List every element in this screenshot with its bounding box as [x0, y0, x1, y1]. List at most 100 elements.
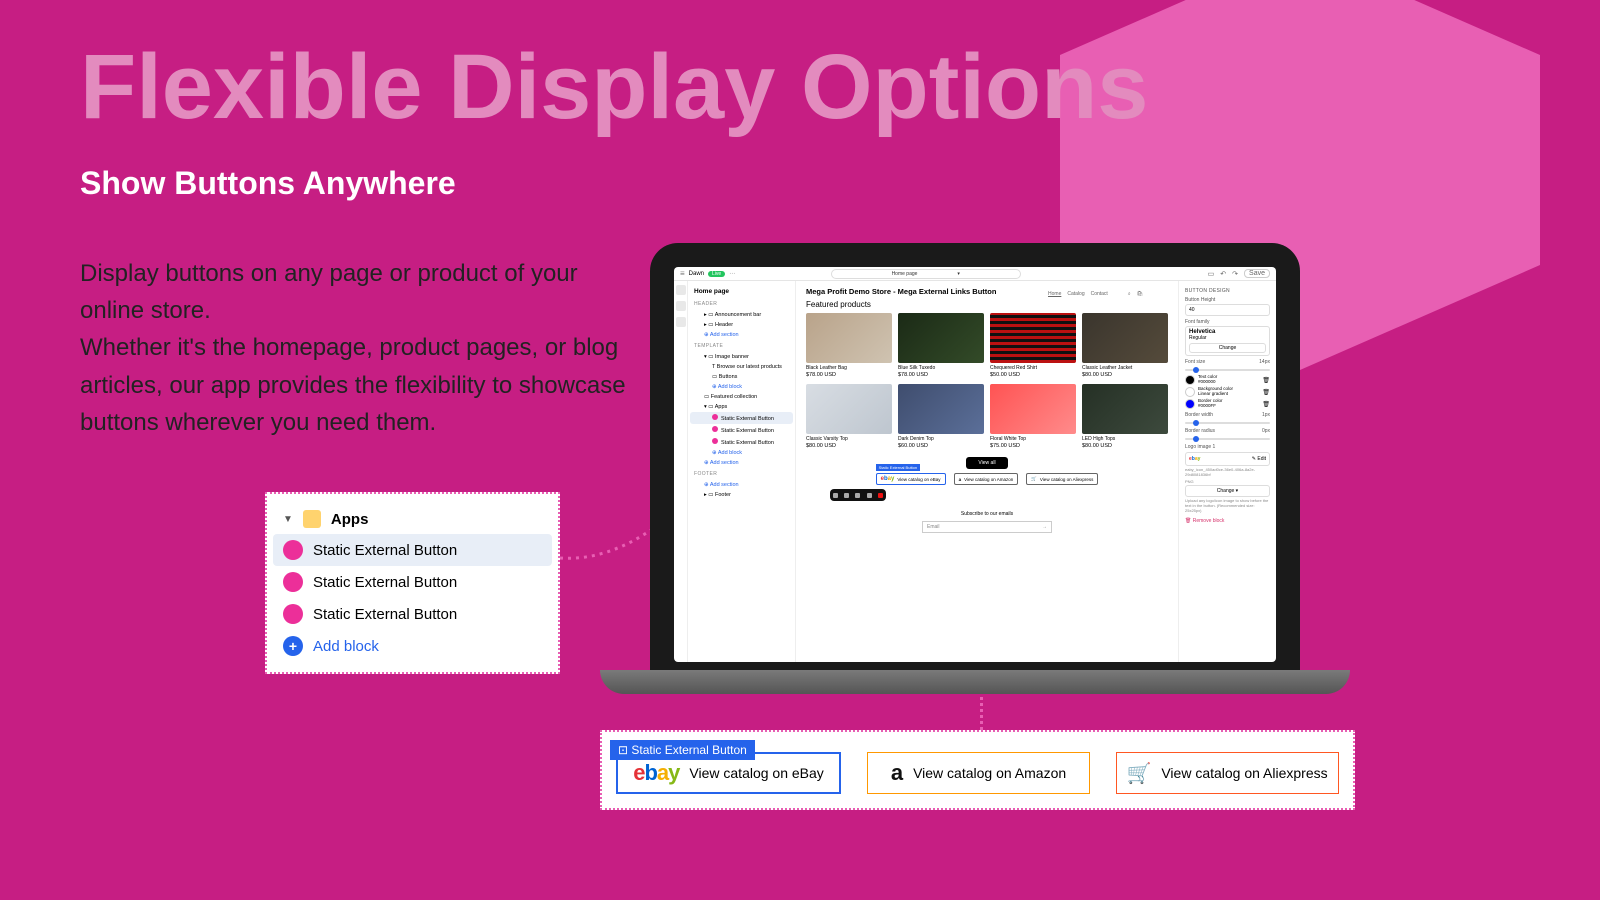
cta-label: View catalog on Amazon	[964, 477, 1013, 482]
trash-icon[interactable]: 🗑	[1262, 377, 1270, 384]
product-name: Chequered Red Shirt	[990, 365, 1076, 371]
apps-heading-row[interactable]: ▼ Apps	[273, 504, 552, 534]
sidebar-item-static-external-button-3[interactable]: Static External Button	[273, 598, 552, 630]
sidebar-add-block-apps[interactable]: ⊕ Add block	[690, 448, 793, 458]
product-card[interactable]: Black Leather Bag$78.00 USD	[806, 313, 892, 378]
cta-label: View catalog on Aliexpress	[1161, 765, 1327, 781]
sidebar-item-heading[interactable]: T Browse our latest products	[690, 362, 793, 372]
breadcrumb-theme[interactable]: Dawn	[689, 271, 704, 277]
product-image	[898, 384, 984, 434]
product-card[interactable]: Chequered Red Shirt$50.00 USD	[990, 313, 1076, 378]
bg-color-sub: Linear gradient	[1198, 391, 1228, 396]
block-toolbar[interactable]	[830, 489, 886, 501]
sidebar-add-section-template[interactable]: ⊕ Add section	[690, 458, 793, 468]
redo-icon[interactable]: ↷	[1232, 270, 1238, 278]
preview-canvas: Home Catalog Contact ⌕ 🛍 Mega Profit Dem…	[796, 281, 1178, 662]
rail-icon-apps[interactable]	[676, 317, 686, 327]
page-selector[interactable]: Home page▾	[831, 269, 1021, 279]
product-price: $80.00 USD	[1082, 443, 1168, 449]
sidebar-add-section-header[interactable]: ⊕ Add section	[690, 330, 793, 340]
product-card[interactable]: Floral White Top$75.00 USD	[990, 384, 1076, 449]
email-placeholder: Email	[927, 524, 940, 530]
sidebar-item-announcement[interactable]: ▸ ▭ Announcement bar	[690, 310, 793, 320]
sidebar-item-header[interactable]: ▸ ▭ Header	[690, 320, 793, 330]
sections-sidebar: Home page HEADER ▸ ▭ Announcement bar ▸ …	[688, 281, 796, 662]
cta-aliexpress-button[interactable]: 🛒 View catalog on Aliexpress	[1116, 752, 1339, 794]
cta-amazon-button[interactable]: a View catalog on Amazon	[867, 752, 1090, 794]
menu-icon[interactable]: ≡	[680, 269, 685, 278]
app-block-icon	[283, 604, 303, 624]
apps-icon	[303, 510, 321, 528]
sidebar-item-buttons[interactable]: ▭ Buttons	[690, 372, 793, 382]
product-image	[990, 384, 1076, 434]
more-icon[interactable]: ···	[729, 271, 735, 277]
cta-amazon[interactable]: aView catalog on Amazon	[954, 473, 1019, 485]
bg-color-swatch[interactable]	[1185, 387, 1195, 397]
rail-icon-sections[interactable]	[676, 285, 686, 295]
app-block-icon	[712, 414, 718, 420]
cart-icon[interactable]: 🛍	[1137, 291, 1143, 297]
logo-edit-label: Edit	[1257, 456, 1266, 462]
sidebar-item-footer[interactable]: ▸ ▭ Footer	[690, 490, 793, 500]
height-input[interactable]: 40	[1185, 304, 1270, 316]
border-radius-slider[interactable]	[1185, 438, 1270, 440]
subscribe-heading: Subscribe to our emails	[806, 511, 1168, 517]
product-card[interactable]: Dark Denim Top$60.00 USD	[898, 384, 984, 449]
nav-contact[interactable]: Contact	[1091, 291, 1108, 297]
sidebar-item-featured[interactable]: ▭ Featured collection	[690, 392, 793, 402]
remove-block-button[interactable]: 🗑 Remove block	[1185, 518, 1270, 524]
nav-catalog[interactable]: Catalog	[1067, 291, 1084, 297]
border-width-label: Border width	[1185, 412, 1213, 418]
cta-ebay[interactable]: ebayView catalog on eBay	[876, 473, 946, 485]
sidebar-item-image-banner[interactable]: ▾ ▭ Image banner	[690, 352, 793, 362]
trash-icon[interactable]: 🗑	[1262, 401, 1270, 408]
email-input[interactable]: Email →	[922, 521, 1052, 533]
product-card[interactable]: Classic Varsity Top$80.00 USD	[806, 384, 892, 449]
border-width-slider[interactable]	[1185, 422, 1270, 424]
app-block-icon	[712, 426, 718, 432]
product-name: Floral White Top	[990, 436, 1076, 442]
font-family-picker[interactable]: Helvetica Regular Change	[1185, 326, 1270, 356]
change-logo-button[interactable]: Change ▾	[1185, 485, 1270, 497]
product-card[interactable]: LED High Tops$80.00 USD	[1082, 384, 1168, 449]
trash-icon[interactable]: 🗑	[1262, 389, 1270, 396]
product-price: $75.00 USD	[990, 443, 1076, 449]
sidebar-item-apps[interactable]: ▾ ▭ Apps	[690, 402, 793, 412]
sidebar-add-block-banner[interactable]: ⊕ Add block	[690, 382, 793, 392]
app-block-icon	[283, 540, 303, 560]
sidebar-item-static-btn-1[interactable]: Static External Button	[690, 412, 793, 424]
cta-aliexpress[interactable]: 🛒View catalog on Aliexpress	[1026, 473, 1098, 485]
featured-title: Featured products	[806, 300, 1168, 309]
screen-topbar: ≡ Dawn Live ··· Home page▾ ▭ ↶ ↷ Save	[674, 267, 1276, 281]
save-button[interactable]: Save	[1244, 269, 1270, 278]
desktop-view-icon[interactable]: ▭	[1208, 270, 1215, 278]
chevron-down-icon: ▾	[957, 271, 960, 277]
border-radius-value: 0px	[1262, 428, 1270, 434]
change-font-button[interactable]: Change	[1189, 343, 1266, 353]
sidebar-add-section-footer[interactable]: ⊕ Add section	[690, 480, 793, 490]
text-color-swatch[interactable]	[1185, 375, 1195, 385]
sidebar-item-static-btn-2[interactable]: Static External Button	[690, 424, 793, 436]
sidebar-item-static-external-button-1[interactable]: Static External Button	[273, 534, 552, 566]
view-all-button[interactable]: View all	[966, 457, 1008, 469]
font-size-slider[interactable]	[1185, 369, 1270, 371]
product-card[interactable]: Classic Leather Jacket$80.00 USD	[1082, 313, 1168, 378]
rail-icon-settings[interactable]	[676, 301, 686, 311]
cta-label: View catalog on eBay	[897, 477, 940, 482]
text-color-value: #000000	[1198, 379, 1216, 384]
sidebar-item-static-btn-3[interactable]: Static External Button	[690, 436, 793, 448]
external-cta-row: ebayView catalog on eBay aView catalog o…	[806, 473, 1168, 485]
cta-label: View catalog on Amazon	[913, 765, 1066, 781]
product-card[interactable]: Blue Silk Tuxedo$78.00 USD	[898, 313, 984, 378]
add-block-action[interactable]: + Add block	[273, 630, 552, 662]
arrow-right-icon[interactable]: →	[1042, 524, 1047, 530]
search-icon[interactable]: ⌕	[1128, 291, 1131, 297]
ebay-logo-icon: ebay	[1189, 456, 1200, 462]
undo-icon[interactable]: ↶	[1220, 270, 1226, 278]
product-price: $78.00 USD	[806, 372, 892, 378]
border-color-swatch[interactable]	[1185, 399, 1195, 409]
logo-preview[interactable]: ebay✎ Edit	[1185, 452, 1270, 466]
cta-label: View catalog on eBay	[689, 765, 823, 781]
sidebar-item-static-external-button-2[interactable]: Static External Button	[273, 566, 552, 598]
nav-home[interactable]: Home	[1048, 291, 1061, 297]
